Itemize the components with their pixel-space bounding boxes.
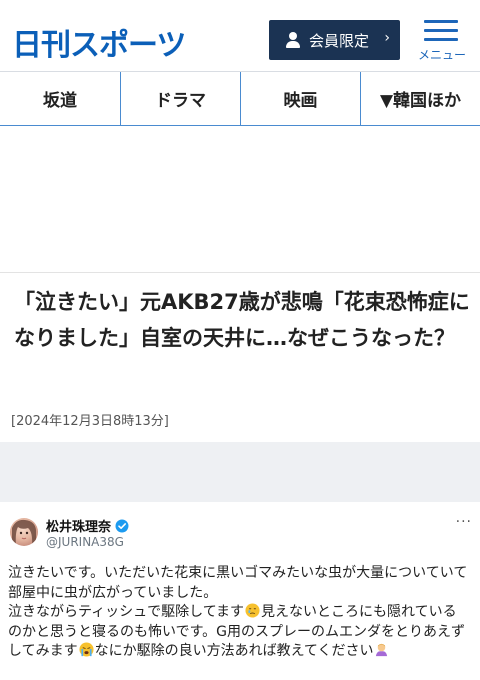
post-line: 泣きたいです。いただいた花束に黒いゴマみたいな虫が大量についていて xyxy=(8,565,468,581)
post-author[interactable]: 松井珠理奈 xyxy=(46,516,129,535)
post-line: 泣きながらティッシュで駆除してます 見えないところにも隠れている xyxy=(8,603,457,620)
post-line: してみます なにか駆除の良い方法あれば教えてください xyxy=(8,642,476,662)
nav-item-sakamichi[interactable]: 坂道 xyxy=(0,72,121,125)
section-divider xyxy=(0,442,480,502)
member-only-button[interactable]: 会員限定 › xyxy=(269,20,400,60)
menu-button[interactable]: メニュー xyxy=(416,18,468,64)
author-display-name: 松井珠理奈 xyxy=(46,520,112,535)
post-text: 泣きたいです。いただいた花束に黒いゴマみたいな虫が大量についていて 部屋中に虫が… xyxy=(8,564,476,662)
category-nav: 坂道 ドラマ 映画 ▼韓国ほか xyxy=(0,72,480,126)
member-button-label: 会員限定 xyxy=(309,31,370,50)
post-line: 部屋中に虫が広がっていました。 xyxy=(8,584,218,601)
person-bowing-emoji-icon xyxy=(376,643,388,657)
post-line: のかと思うと寝るのも怖いです。G用のスプレーのムエンダをとりあえず xyxy=(8,623,466,640)
chevron-right-icon: › xyxy=(384,30,390,46)
nav-item-drama[interactable]: ドラマ xyxy=(121,72,241,125)
nav-item-korea-more[interactable]: ▼韓国ほか xyxy=(361,72,480,125)
ad-placeholder xyxy=(0,127,480,273)
hamburger-icon xyxy=(424,20,458,23)
avatar[interactable] xyxy=(10,518,38,546)
crying-face-emoji-icon xyxy=(245,603,260,618)
site-header: 日刊スポーツ 会員限定 › メニュー xyxy=(0,0,480,72)
more-options-icon[interactable]: ··· xyxy=(456,514,472,530)
article-date: [2024年12月3日8時13分] xyxy=(11,414,169,429)
verified-badge-icon xyxy=(115,519,129,532)
nav-item-movie[interactable]: 映画 xyxy=(241,72,361,125)
embedded-post[interactable]: 松井珠理奈 @JURINA38G ··· 泣きたいです。いただいた花束に黒いゴマ… xyxy=(0,502,480,680)
loudly-crying-face-emoji-icon xyxy=(79,642,94,657)
article-title: 「泣きたい」元AKB27歳が悲鳴「花束恐怖症になりました」自室の天井に…なぜこう… xyxy=(14,290,470,350)
site-logo[interactable]: 日刊スポーツ xyxy=(12,20,186,64)
author-handle[interactable]: @JURINA38G xyxy=(46,535,124,549)
menu-label: メニュー xyxy=(417,48,466,62)
person-icon xyxy=(285,32,301,48)
